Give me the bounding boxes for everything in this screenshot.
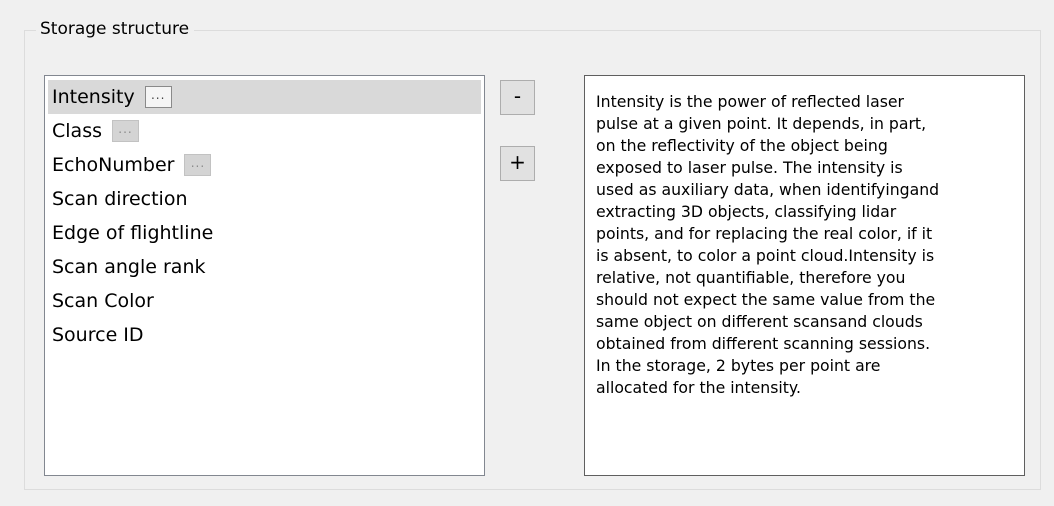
list-item-scan-angle-rank[interactable]: Scan angle rank [48,250,481,284]
list-item-label: Scan angle rank [52,256,206,278]
list-item-intensity[interactable]: Intensity ... [48,80,481,114]
list-item-label: Edge of flightline [52,222,214,244]
list-item-label: Scan Color [52,290,154,312]
list-item-label: EchoNumber [52,154,175,176]
list-item-source-id[interactable]: Source ID [48,318,481,352]
add-field-button[interactable]: + [500,146,535,181]
field-description-box: Intensity is the power of reflected lase… [584,75,1025,476]
list-item-echonumber[interactable]: EchoNumber ... [48,148,481,182]
description-line: points, and for replacing the real color… [596,224,933,243]
list-item-class[interactable]: Class ... [48,114,481,148]
list-item-label: Source ID [52,324,144,346]
description-line: should not expect the same value from th… [596,290,936,309]
description-line: used as auxiliary data, when identifying… [596,180,940,199]
description-line: allocated for the intensity. [596,378,801,397]
description-line: on the reflectivity of the object being [596,136,888,155]
storage-field-list[interactable]: Intensity ... Class ... EchoNumber ... S… [44,75,485,476]
description-line: Intensity is the power of reflected lase… [596,92,905,111]
list-item-edge-of-flightline[interactable]: Edge of flightline [48,216,481,250]
intensity-ellipsis-button[interactable]: ... [144,86,172,108]
description-line: extracting 3D objects, classifying lidar [596,202,897,221]
description-line: is absent, to color a point cloud.Intens… [596,246,935,265]
list-item-scan-color[interactable]: Scan Color [48,284,481,318]
group-title: Storage structure [36,18,195,40]
description-line: exposed to laser pulse. The intensity is [596,158,903,177]
class-ellipsis-button[interactable]: ... [112,120,139,142]
description-line: same object on different scansand clouds [596,312,923,331]
description-line: obtained from different scanning session… [596,334,931,353]
list-item-scan-direction[interactable]: Scan direction [48,182,481,216]
list-item-label: Intensity [52,86,135,108]
remove-field-button[interactable]: - [500,80,535,115]
list-item-label: Scan direction [52,188,188,210]
echonumber-ellipsis-button[interactable]: ... [184,154,212,176]
description-line: In the storage, 2 bytes per point are [596,356,881,375]
description-line: relative, not quantifiable, therefore yo… [596,268,906,287]
list-item-label: Class [52,120,102,142]
description-line: pulse at a given point. It depends, in p… [596,114,927,133]
